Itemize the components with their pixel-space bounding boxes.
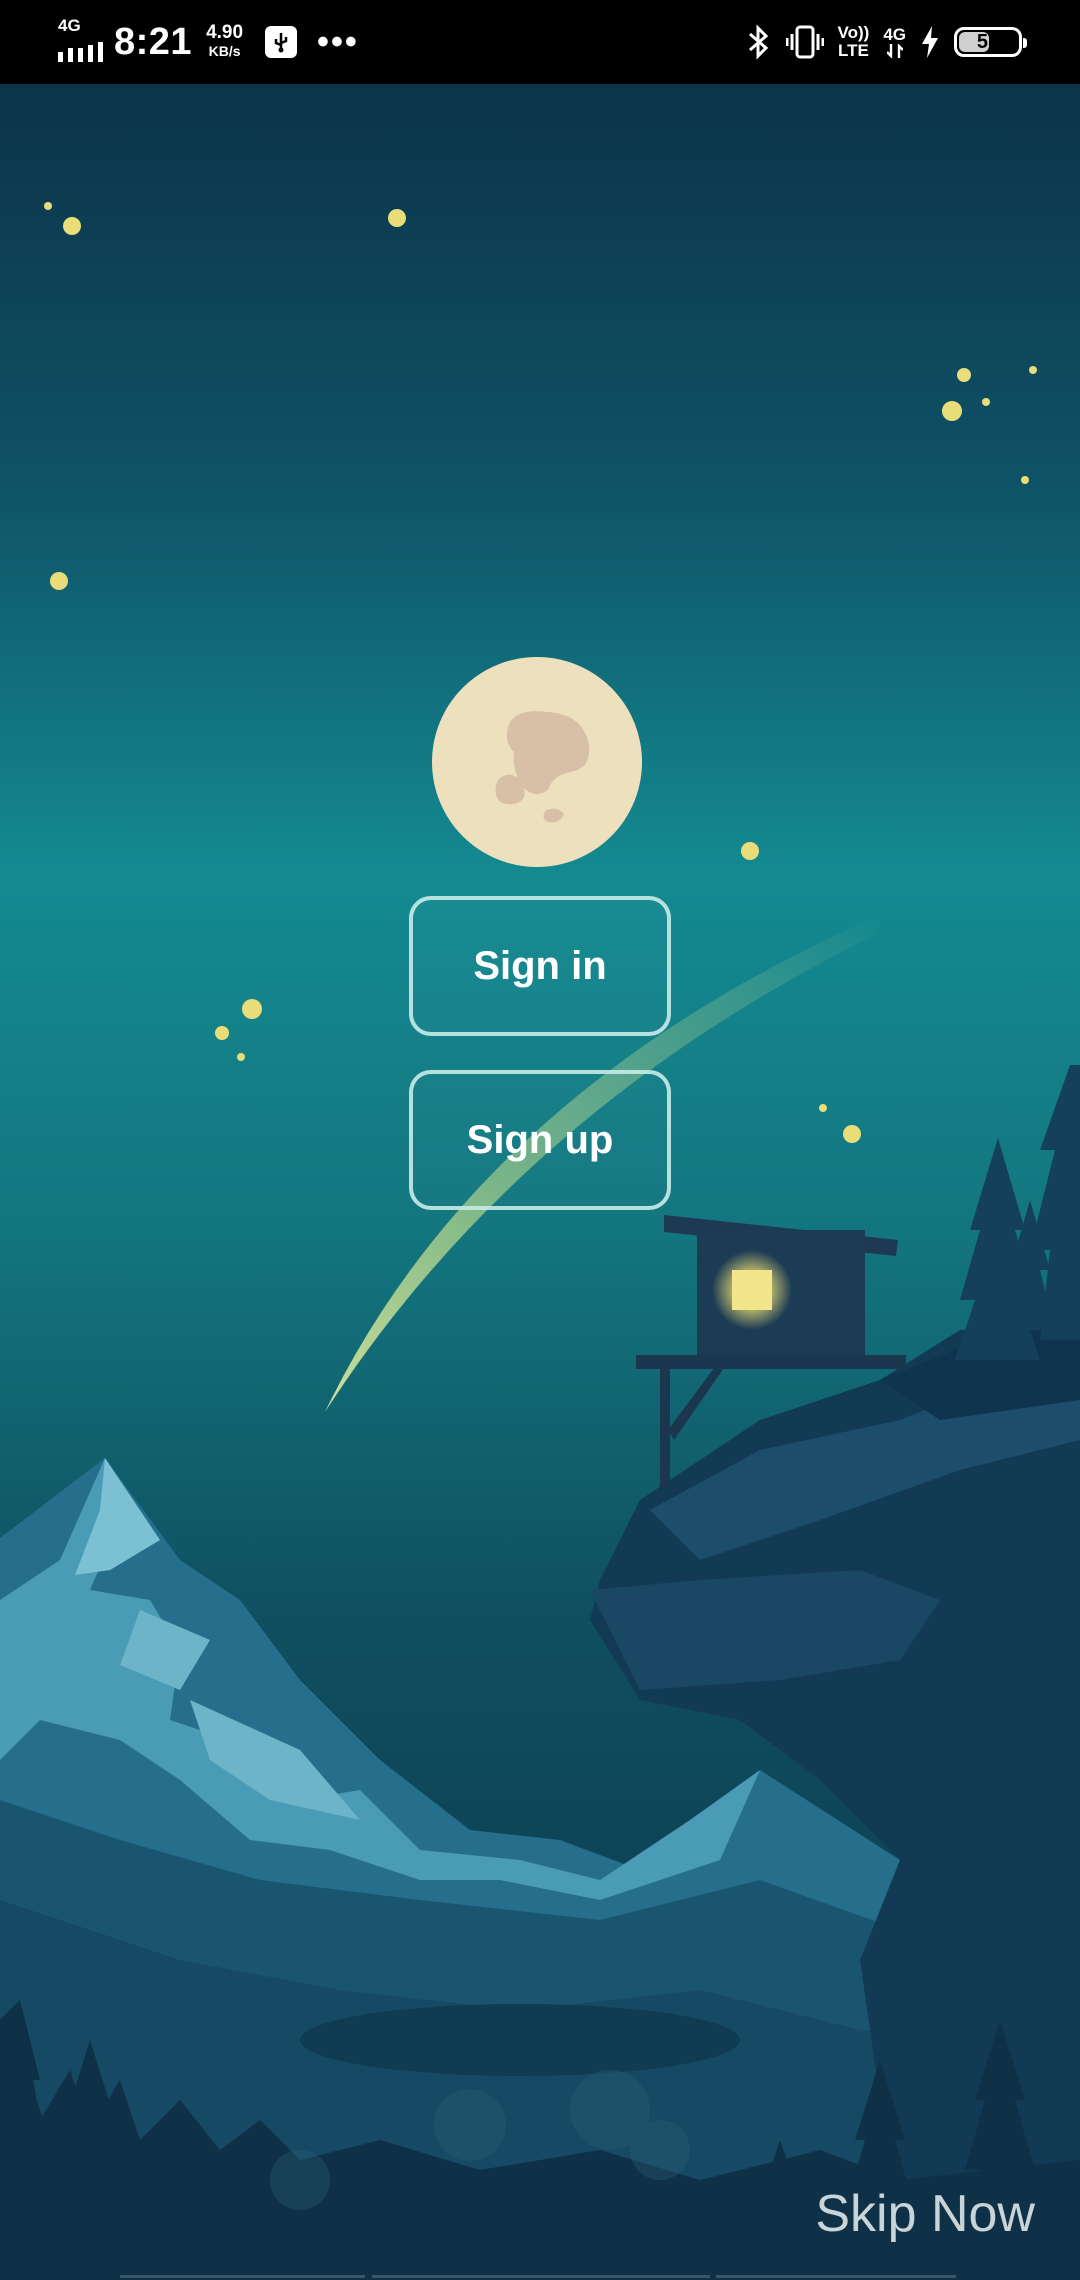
data-indicator: 4G [883,26,906,58]
net-speed: 4.90 KB/s [206,22,244,60]
net-speed-unit: KB/s [208,43,241,59]
nav-hint-segment [120,2275,365,2278]
net-speed-value: 4.90 [206,22,244,43]
charging-icon [922,26,938,58]
volte-top: Vo)) [837,23,870,42]
battery-percent: 55 [976,30,1000,53]
volte-indicator: Vo)) LTE [838,24,870,60]
nav-hint-segment [716,2275,956,2278]
skip-now-link[interactable]: Skip Now [815,2184,1035,2244]
sign-up-button[interactable]: Sign up [409,1070,671,1210]
clock: 8:21 [114,20,193,63]
volte-bottom: LTE [837,41,869,60]
vibrate-icon [785,25,824,59]
battery-icon: 55 [954,27,1027,57]
welcome-screen: 4G 8:21 4.90 KB/s ••• Vo)) LTE 4G 55 Sig… [0,0,1080,2280]
status-bar: 4G 8:21 4.90 KB/s ••• Vo)) LTE 4G 55 [0,0,1080,84]
network-type: 4G [58,16,81,35]
signal-icon: 4G [58,16,106,68]
moon [432,657,642,867]
sign-in-button[interactable]: Sign in [409,896,671,1036]
net-type-label: 4G [883,25,906,44]
nav-hint-segment [372,2275,710,2278]
more-notifications-icon: ••• [317,23,359,61]
bluetooth-icon [748,24,768,60]
usb-icon [265,26,298,58]
